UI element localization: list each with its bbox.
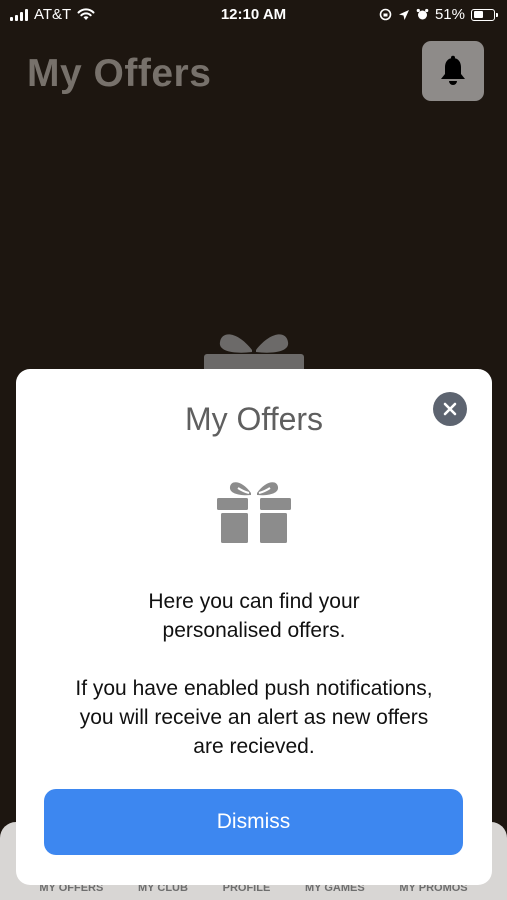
page-title: My Offers [27, 52, 212, 95]
alarm-icon [416, 8, 429, 20]
dismiss-button[interactable]: Dismiss [44, 789, 463, 855]
message-line: Here you can find your [148, 590, 360, 613]
message-line: personalised offers. [162, 619, 346, 642]
offers-info-modal: My Offers Here you can find your persona… [16, 369, 492, 885]
modal-title: My Offers [184, 401, 324, 437]
gift-icon [217, 482, 291, 543]
status-bar: AT&T 12:10 AM 51% [0, 0, 507, 30]
rotation-lock-icon [379, 8, 392, 21]
battery-icon [471, 8, 498, 21]
notifications-button[interactable] [422, 41, 484, 101]
bell-icon [441, 55, 465, 85]
battery-percent: 51% [434, 6, 465, 23]
close-button[interactable] [433, 392, 467, 426]
modal-message: Here you can find your personalised offe… [36, 587, 472, 761]
message-line: you will receive an alert as new offers [79, 706, 429, 729]
message-paragraph-2: If you have enabled push notifications, … [36, 674, 472, 761]
close-icon [443, 402, 457, 416]
message-line: are recieved. [193, 735, 315, 758]
battery-fill [473, 11, 484, 18]
message-paragraph-1: Here you can find your personalised offe… [36, 587, 472, 645]
location-icon [398, 9, 409, 20]
message-line: If you have enabled push notifications, [75, 677, 433, 700]
status-bar-right: 51% [379, 6, 498, 23]
